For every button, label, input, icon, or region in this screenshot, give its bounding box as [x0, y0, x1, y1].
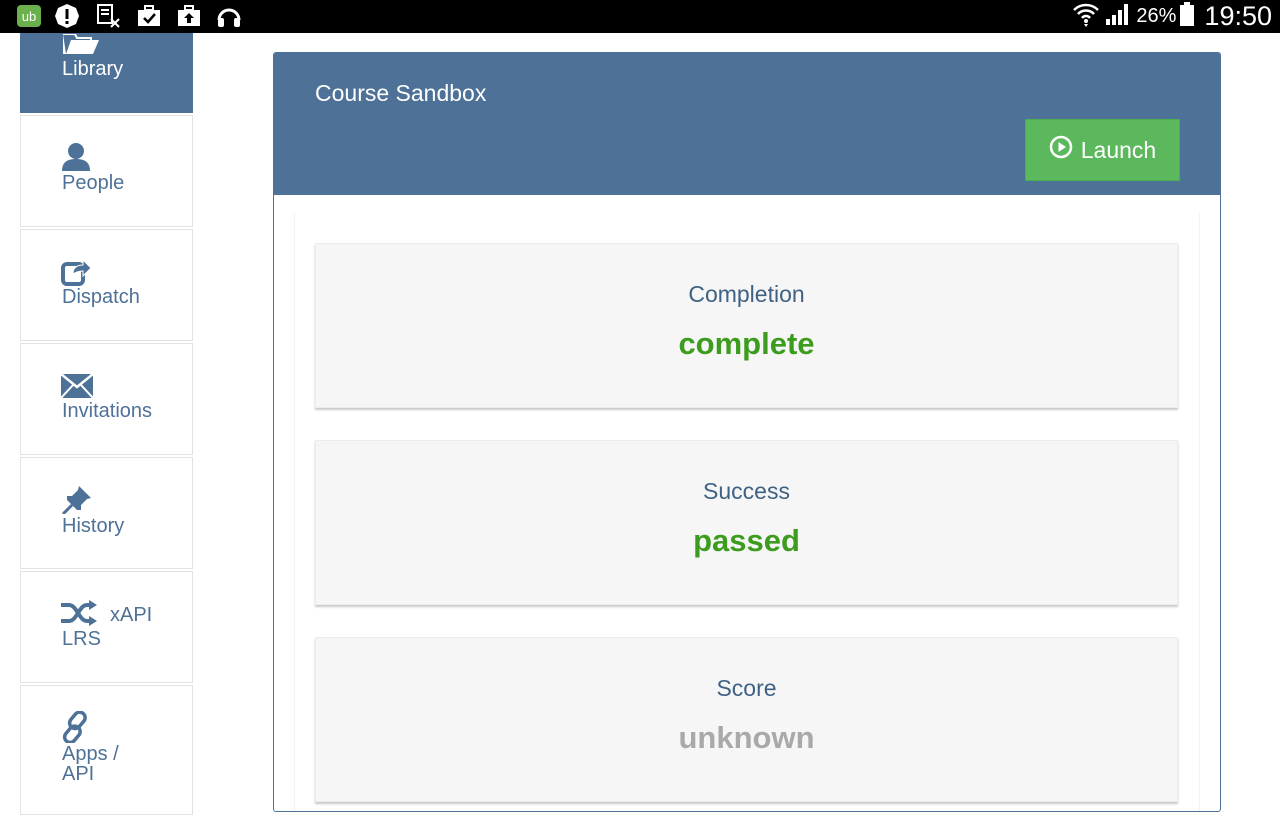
shuffle-icon [61, 600, 99, 631]
sidebar-item-label-line1: xAPI [110, 604, 153, 626]
sidebar-item-label: People [62, 172, 125, 194]
briefcase-upload-icon [176, 4, 202, 28]
headphones-icon [216, 4, 242, 28]
score-label: Score [716, 675, 777, 701]
sidebar-item-invitations[interactable]: Invitations [20, 343, 193, 455]
launch-label: Launch [1080, 136, 1157, 163]
sidebar-item-label: History [62, 515, 125, 537]
ub-app-icon: ub [16, 4, 42, 28]
sidebar-item-dispatch[interactable]: Dispatch [20, 229, 193, 341]
battery-percent: 26% [1136, 5, 1177, 27]
page-title: Course Sandbox [315, 80, 487, 106]
completion-label: Completion [688, 281, 805, 307]
launch-button[interactable]: Launch [1025, 119, 1180, 181]
completion-card: Completion complete [315, 243, 1178, 408]
course-panel: Course Sandbox Launch Completion complet… [273, 52, 1221, 812]
sidebar-item-people[interactable]: People [20, 115, 193, 227]
svg-text:ub: ub [22, 9, 36, 24]
pushpin-icon [61, 484, 93, 519]
success-card: Success passed [315, 440, 1178, 605]
sidebar-item-label: Invitations [62, 400, 153, 422]
sidebar-item-apps-api[interactable]: Apps / API [20, 685, 193, 815]
panel-header: Course Sandbox Launch [274, 53, 1220, 195]
sidebar-item-label: Dispatch [62, 286, 140, 308]
score-card: Score unknown [315, 637, 1178, 802]
signal-icon [1104, 1, 1132, 32]
alert-icon [54, 4, 80, 28]
success-label: Success [703, 478, 790, 504]
wifi-icon [1072, 0, 1100, 33]
briefcase-check-icon [136, 4, 162, 28]
sidebar-item-label: Library [62, 58, 124, 80]
sidebar-item-xapi-lrs[interactable]: xAPI LRS [20, 571, 193, 683]
status-bar: ub 26% 19:50 [0, 0, 1280, 33]
score-value: unknown [678, 720, 815, 755]
envelope-icon [60, 373, 94, 403]
sidebar-item-label-line2: API [62, 763, 95, 785]
document-x-icon [96, 4, 122, 28]
battery-icon [1180, 2, 1195, 31]
success-value: passed [693, 523, 800, 558]
person-icon [61, 141, 91, 176]
completion-value: complete [678, 326, 815, 361]
play-circle-icon [1049, 135, 1073, 165]
sidebar-item-library[interactable]: Library [20, 33, 193, 113]
sidebar-item-label-line1: Apps / [62, 743, 119, 765]
sidebar-item-history[interactable]: History [20, 457, 193, 569]
clock: 19:50 [1204, 1, 1272, 31]
sidebar-item-label-line2: LRS [62, 628, 101, 650]
